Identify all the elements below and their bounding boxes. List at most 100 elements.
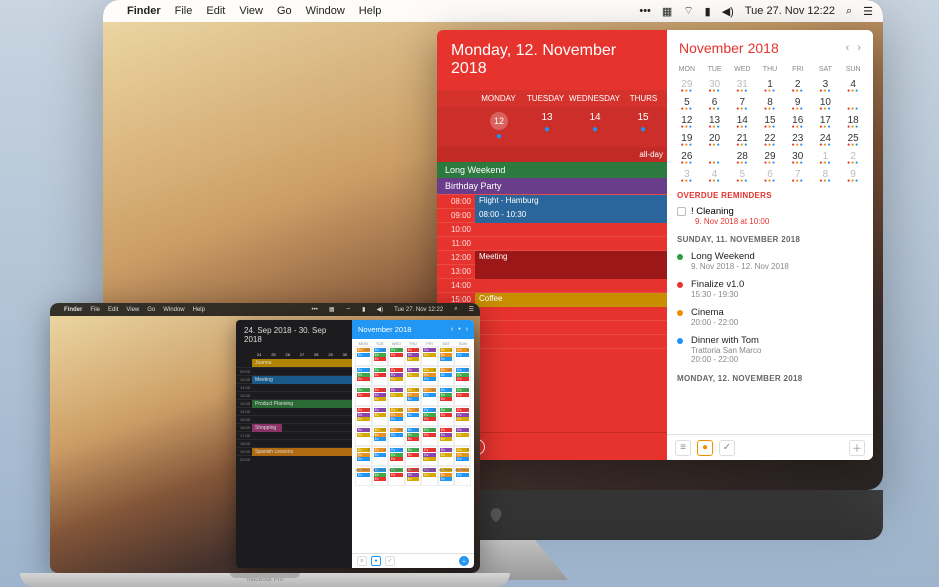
mini-day[interactable]: 9EvEvEv <box>421 366 438 386</box>
allday-event-long-weekend[interactable]: Long Weekend <box>437 162 667 178</box>
prev-month-icon[interactable]: ‹ <box>846 42 850 54</box>
calendar-day[interactable]: 13●●● <box>701 113 729 131</box>
mini-day[interactable]: 30EvEvEv <box>372 346 389 366</box>
reminder-checkbox[interactable] <box>677 207 686 216</box>
check-view-icon[interactable]: ✓ <box>719 440 735 456</box>
calendar-day[interactable]: 25●●● <box>839 131 867 149</box>
mini-day[interactable]: undefinedEvEv <box>454 466 471 486</box>
mini-day[interactable]: undefinedEvEv <box>421 466 438 486</box>
calendar-day[interactable]: 16●●● <box>784 113 812 131</box>
mini-day[interactable]: 15EvEvEv <box>405 386 422 406</box>
add-icon[interactable]: ＋ <box>459 556 469 566</box>
calendar-day[interactable]: 4●●● <box>839 77 867 95</box>
mini-day[interactable]: 2EvEv <box>421 346 438 366</box>
calendar-day[interactable]: 28●●● <box>728 149 756 167</box>
fantastical-menubar-icon[interactable]: ▦ <box>662 5 672 18</box>
calendar-day[interactable]: 24●●● <box>812 131 840 149</box>
menu-file[interactable]: File <box>175 5 193 17</box>
volume-icon[interactable]: ◀) <box>722 5 734 18</box>
calendar-day[interactable]: 9●●● <box>839 167 867 185</box>
calendar-day[interactable]: 30●●● <box>784 149 812 167</box>
mini-day[interactable]: 6EvEv <box>372 366 389 386</box>
calendar-day[interactable]: 30●●● <box>701 77 729 95</box>
next-icon[interactable]: › <box>466 326 468 333</box>
mini-day[interactable]: 21EvEvEv <box>388 406 405 426</box>
mini-day[interactable]: 7EvEvEv <box>388 366 405 386</box>
calendar-day[interactable]: 3●●● <box>673 167 701 185</box>
spotlight-icon[interactable]: ⌕ <box>846 5 852 18</box>
today-icon[interactable]: • <box>458 326 460 333</box>
event-item[interactable]: Dinner with TomTrattoria San Marco20:00 … <box>667 331 873 368</box>
event-flight[interactable]: Flight - Hamburg <box>475 195 667 209</box>
list-view-icon[interactable]: ≡ <box>675 440 691 456</box>
calendar-day[interactable]: 20●●● <box>701 131 729 149</box>
calendar-day[interactable]: 9●●● <box>784 95 812 113</box>
mini-day[interactable]: 11EvEvEv <box>454 366 471 386</box>
calendar-day[interactable]: 1●●● <box>812 149 840 167</box>
calendar-day[interactable]: 8●●● <box>812 167 840 185</box>
add-event-icon[interactable]: ＋ <box>849 440 865 456</box>
calendar-day[interactable]: 5●●● <box>673 95 701 113</box>
mini-day[interactable]: undefinedEvEv <box>355 466 372 486</box>
calendar-day[interactable]: 14●●● <box>728 113 756 131</box>
calendar-day[interactable]: 6●●● <box>701 95 729 113</box>
control-icon[interactable]: ☰ <box>469 306 474 313</box>
menu-edit[interactable]: Edit <box>206 5 225 17</box>
calendar-day[interactable]: 4●●● <box>701 167 729 185</box>
status-extra-icon[interactable]: ••• <box>639 5 651 17</box>
mini-day[interactable]: 3EvEvEv <box>438 346 455 366</box>
calendar-day[interactable]: 6●●● <box>756 167 784 185</box>
calendar-day[interactable]: 26●●● <box>673 149 701 167</box>
calendar-day[interactable]: 10●●● <box>812 95 840 113</box>
mini-day[interactable]: undefinedEvEvEv <box>438 466 455 486</box>
calendar-day[interactable]: 27●●● <box>701 149 729 167</box>
calendar-day[interactable]: 8●●● <box>756 95 784 113</box>
dot-icon[interactable]: ● <box>371 556 381 566</box>
menu-window[interactable]: Window <box>306 5 345 17</box>
wifi-icon[interactable]: ⌔ <box>683 4 693 18</box>
calendar-day[interactable]: 5●●● <box>728 167 756 185</box>
calendar-day[interactable]: 12●●● <box>673 113 701 131</box>
overdue-reminder[interactable]: ! Cleaning 9. Nov 2018 at 10:00 <box>667 203 873 229</box>
mini-day[interactable]: 17EvEvEv <box>438 386 455 406</box>
prev-icon[interactable]: ‹ <box>451 326 453 333</box>
mini-day[interactable]: 31EvEv <box>388 346 405 366</box>
calendar-day[interactable]: 7●●● <box>784 167 812 185</box>
fantastical-icon[interactable]: ▦ <box>329 306 335 313</box>
calendar-day[interactable]: 15●●● <box>756 113 784 131</box>
mini-day[interactable]: 8EvEv <box>405 366 422 386</box>
mini-day[interactable]: 6EvEv <box>405 446 422 466</box>
mini-day[interactable]: 16EvEv <box>421 386 438 406</box>
check-icon[interactable]: ✓ <box>385 556 395 566</box>
calendar-day[interactable]: 17●●● <box>812 113 840 131</box>
mini-day[interactable]: 1EvEvEv <box>438 426 455 446</box>
next-month-icon[interactable]: › <box>857 42 861 54</box>
mini-day[interactable]: 27EvEvEv <box>372 426 389 446</box>
calendar-day[interactable]: 22●●● <box>756 131 784 149</box>
mini-day[interactable]: 10EvEv <box>438 366 455 386</box>
calendar-day[interactable]: 3●●● <box>812 77 840 95</box>
allday-event-birthday[interactable]: Birthday Party <box>437 178 667 194</box>
battery-icon[interactable]: ▮ <box>705 5 711 18</box>
mini-day[interactable]: 1EvEvEv <box>405 346 422 366</box>
calendar-day[interactable]: 23●●● <box>784 131 812 149</box>
mini-day[interactable]: 18EvEv <box>454 386 471 406</box>
mini-day[interactable]: 29EvEv <box>355 346 372 366</box>
calendar-day[interactable]: 18●●● <box>839 113 867 131</box>
mini-day[interactable]: 30EvEv <box>421 426 438 446</box>
mini-day[interactable]: 24EvEv <box>438 406 455 426</box>
calendar-day[interactable]: 19●●● <box>673 131 701 149</box>
mini-day[interactable]: 22EvEv <box>405 406 422 426</box>
spotlight-icon[interactable]: ⌕ <box>454 306 457 313</box>
mini-day[interactable]: 4EvEv <box>454 346 471 366</box>
allday-joanna[interactable]: Joanna <box>252 359 352 367</box>
mini-day[interactable]: 13EvEvEv <box>372 386 389 406</box>
app-menu[interactable]: Finder <box>127 5 161 17</box>
event-item[interactable]: Cinema20:00 - 22:00 <box>667 303 873 331</box>
mini-day[interactable]: 5EvEvEv <box>355 366 372 386</box>
mini-day[interactable]: 12EvEv <box>355 386 372 406</box>
mini-day[interactable]: 3EvEvEv <box>355 446 372 466</box>
event-item[interactable]: Long Weekend9. Nov 2018 - 12. Nov 2018 <box>667 247 873 275</box>
dot-view-icon[interactable]: ● <box>697 440 713 456</box>
mini-day[interactable]: undefinedEvEv <box>388 466 405 486</box>
